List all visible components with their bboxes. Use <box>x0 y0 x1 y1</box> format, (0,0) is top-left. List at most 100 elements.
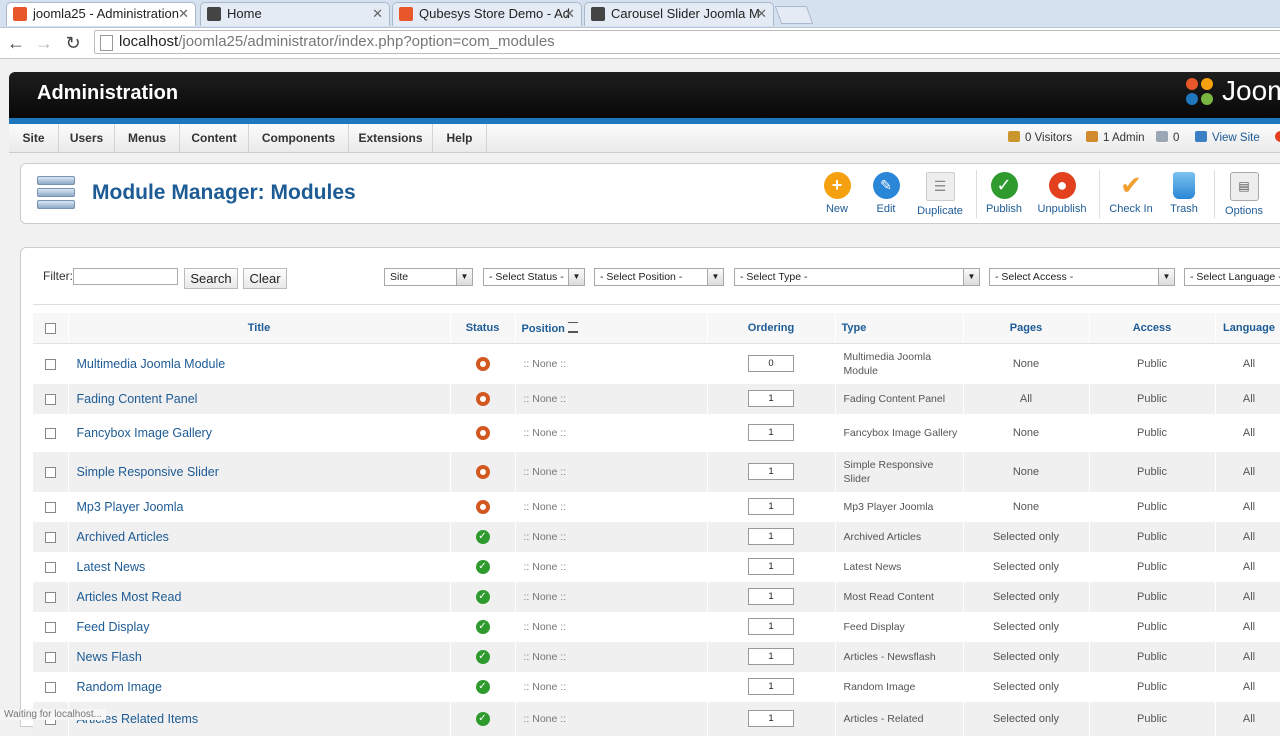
menu-site[interactable]: Site <box>9 124 59 152</box>
module-title-link[interactable]: Fancybox Image Gallery <box>68 413 451 452</box>
row-checkbox[interactable] <box>44 359 56 371</box>
ordering-input[interactable]: 1 <box>748 463 794 480</box>
published-check-icon[interactable]: ✓ <box>475 559 490 574</box>
module-title-link[interactable]: Articles Related Items <box>68 701 451 736</box>
menu-users[interactable]: Users <box>59 124 115 152</box>
module-title-link[interactable]: News Flash <box>68 641 451 672</box>
row-checkbox[interactable] <box>44 427 56 439</box>
row-checkbox[interactable] <box>44 501 56 513</box>
ordering-input[interactable]: 1 <box>748 528 794 545</box>
column-header-ordering[interactable]: Ordering <box>707 313 836 344</box>
module-title-link[interactable]: Latest News <box>68 551 451 582</box>
position-select[interactable]: - Select Position - ▼ <box>594 268 724 286</box>
module-title-link[interactable]: Archived Articles <box>68 521 451 552</box>
row-checkbox[interactable] <box>44 531 56 543</box>
tab-label: joomla25 - Administration <box>33 6 179 21</box>
published-check-icon[interactable]: ✓ <box>475 679 490 694</box>
browser-tab-joomla25[interactable]: joomla25 - Administration ✕ <box>6 2 196 26</box>
options-button[interactable]: ▤ Options <box>1213 172 1275 217</box>
messages-status[interactable]: 0 <box>1156 131 1179 144</box>
column-header-type[interactable]: Type <box>835 313 964 344</box>
ordering-input[interactable]: 1 <box>748 588 794 605</box>
modules-table: Title Status Position Ordering Type Page… <box>33 313 1280 736</box>
back-arrow-icon[interactable]: ← <box>4 31 28 55</box>
unpublished-icon[interactable] <box>475 499 490 514</box>
module-title-link[interactable]: Simple Responsive Slider <box>68 451 451 492</box>
module-title-link[interactable]: Articles Most Read <box>68 581 451 612</box>
menu-extensions[interactable]: Extensions <box>349 124 433 152</box>
site-select[interactable]: Site ▼ <box>384 268 473 286</box>
language-select[interactable]: - Select Language - <box>1184 268 1280 286</box>
unpublished-icon[interactable] <box>475 425 490 440</box>
new-tab-button[interactable] <box>774 6 814 24</box>
ordering-input[interactable]: 0 <box>748 355 794 373</box>
unpublished-icon[interactable] <box>475 391 490 406</box>
new-label: New <box>825 203 848 215</box>
ordering-input[interactable]: 1 <box>748 558 794 575</box>
unpublished-icon[interactable] <box>475 357 490 372</box>
menu-components[interactable]: Components <box>249 124 349 152</box>
close-tab-icon[interactable]: ✕ <box>756 3 767 25</box>
close-tab-icon[interactable]: ✕ <box>372 3 383 25</box>
forward-arrow-icon[interactable]: → <box>32 31 56 55</box>
browser-tab-home[interactable]: Home ✕ <box>200 2 390 26</box>
access-select[interactable]: - Select Access - ▼ <box>989 268 1175 286</box>
column-header-title[interactable]: Title <box>68 313 451 344</box>
row-checkbox[interactable] <box>44 591 56 603</box>
module-title-link[interactable]: Mp3 Player Joomla <box>68 491 451 522</box>
close-tab-icon[interactable]: ✕ <box>178 3 189 25</box>
menu-menus[interactable]: Menus <box>115 124 180 152</box>
ordering-input[interactable]: 1 <box>748 390 794 407</box>
ordering-input[interactable]: 1 <box>748 424 794 441</box>
published-check-icon[interactable]: ✓ <box>475 529 490 544</box>
published-check-icon[interactable]: ✓ <box>475 589 490 604</box>
row-checkbox[interactable] <box>44 681 56 693</box>
view-site-link[interactable]: View Site <box>1195 131 1260 144</box>
row-checkbox[interactable] <box>44 393 56 405</box>
search-button[interactable]: Search <box>184 268 238 289</box>
module-title-link[interactable]: Fading Content Panel <box>68 383 451 414</box>
row-checkbox[interactable] <box>44 651 56 663</box>
browser-tab-carousel[interactable]: Carousel Slider Joomla M ✕ <box>584 2 774 26</box>
column-header-access[interactable]: Access <box>1089 313 1216 344</box>
publish-button[interactable]: ✓ Publish <box>973 172 1035 215</box>
tab-label: Home <box>227 6 262 21</box>
site-select-value: Site <box>390 271 409 283</box>
browser-toolbar: ← → ↻ localhost/joomla25/administrator/i… <box>0 28 1280 59</box>
module-title-link[interactable]: Feed Display <box>68 611 451 642</box>
type-select[interactable]: - Select Type - ▼ <box>734 268 980 286</box>
browser-tab-qubesys[interactable]: Qubesys Store Demo - Ad ✕ <box>392 2 582 26</box>
column-header-pages[interactable]: Pages <box>963 313 1090 344</box>
published-check-icon[interactable]: ✓ <box>475 619 490 634</box>
trash-button[interactable]: Trash <box>1153 172 1215 215</box>
published-check-icon[interactable]: ✓ <box>475 649 490 664</box>
ordering-input[interactable]: 1 <box>748 618 794 635</box>
module-title-link[interactable]: Random Image <box>68 671 451 702</box>
reload-icon[interactable]: ↻ <box>61 31 85 55</box>
unpublish-button[interactable]: ● Unpublish <box>1031 172 1093 215</box>
ordering-input[interactable]: 1 <box>748 710 794 727</box>
column-header-status[interactable]: Status <box>450 313 516 344</box>
ordering-input[interactable]: 1 <box>748 498 794 515</box>
edit-button[interactable]: ✎ Edit <box>855 172 917 215</box>
column-header-language[interactable]: Language <box>1215 313 1280 344</box>
logout-status[interactable] <box>1275 131 1280 144</box>
select-all-checkbox[interactable] <box>44 322 56 334</box>
module-title-link[interactable]: Multimedia Joomla Module <box>68 343 451 384</box>
published-check-icon[interactable]: ✓ <box>475 711 490 726</box>
row-checkbox[interactable] <box>44 466 56 478</box>
menu-help[interactable]: Help <box>433 124 487 152</box>
duplicate-button[interactable]: ☰ Duplicate <box>909 172 971 217</box>
close-tab-icon[interactable]: ✕ <box>564 3 575 25</box>
clear-button[interactable]: Clear <box>243 268 287 289</box>
menu-content[interactable]: Content <box>180 124 249 152</box>
row-checkbox[interactable] <box>44 561 56 573</box>
unpublished-icon[interactable] <box>475 464 490 479</box>
row-checkbox[interactable] <box>44 621 56 633</box>
column-header-position[interactable]: Position <box>515 313 708 344</box>
ordering-input[interactable]: 1 <box>748 678 794 695</box>
ordering-input[interactable]: 1 <box>748 648 794 665</box>
address-bar[interactable]: localhost/joomla25/administrator/index.p… <box>94 30 1280 54</box>
status-select[interactable]: - Select Status - ▼ <box>483 268 585 286</box>
search-input[interactable] <box>73 268 178 285</box>
